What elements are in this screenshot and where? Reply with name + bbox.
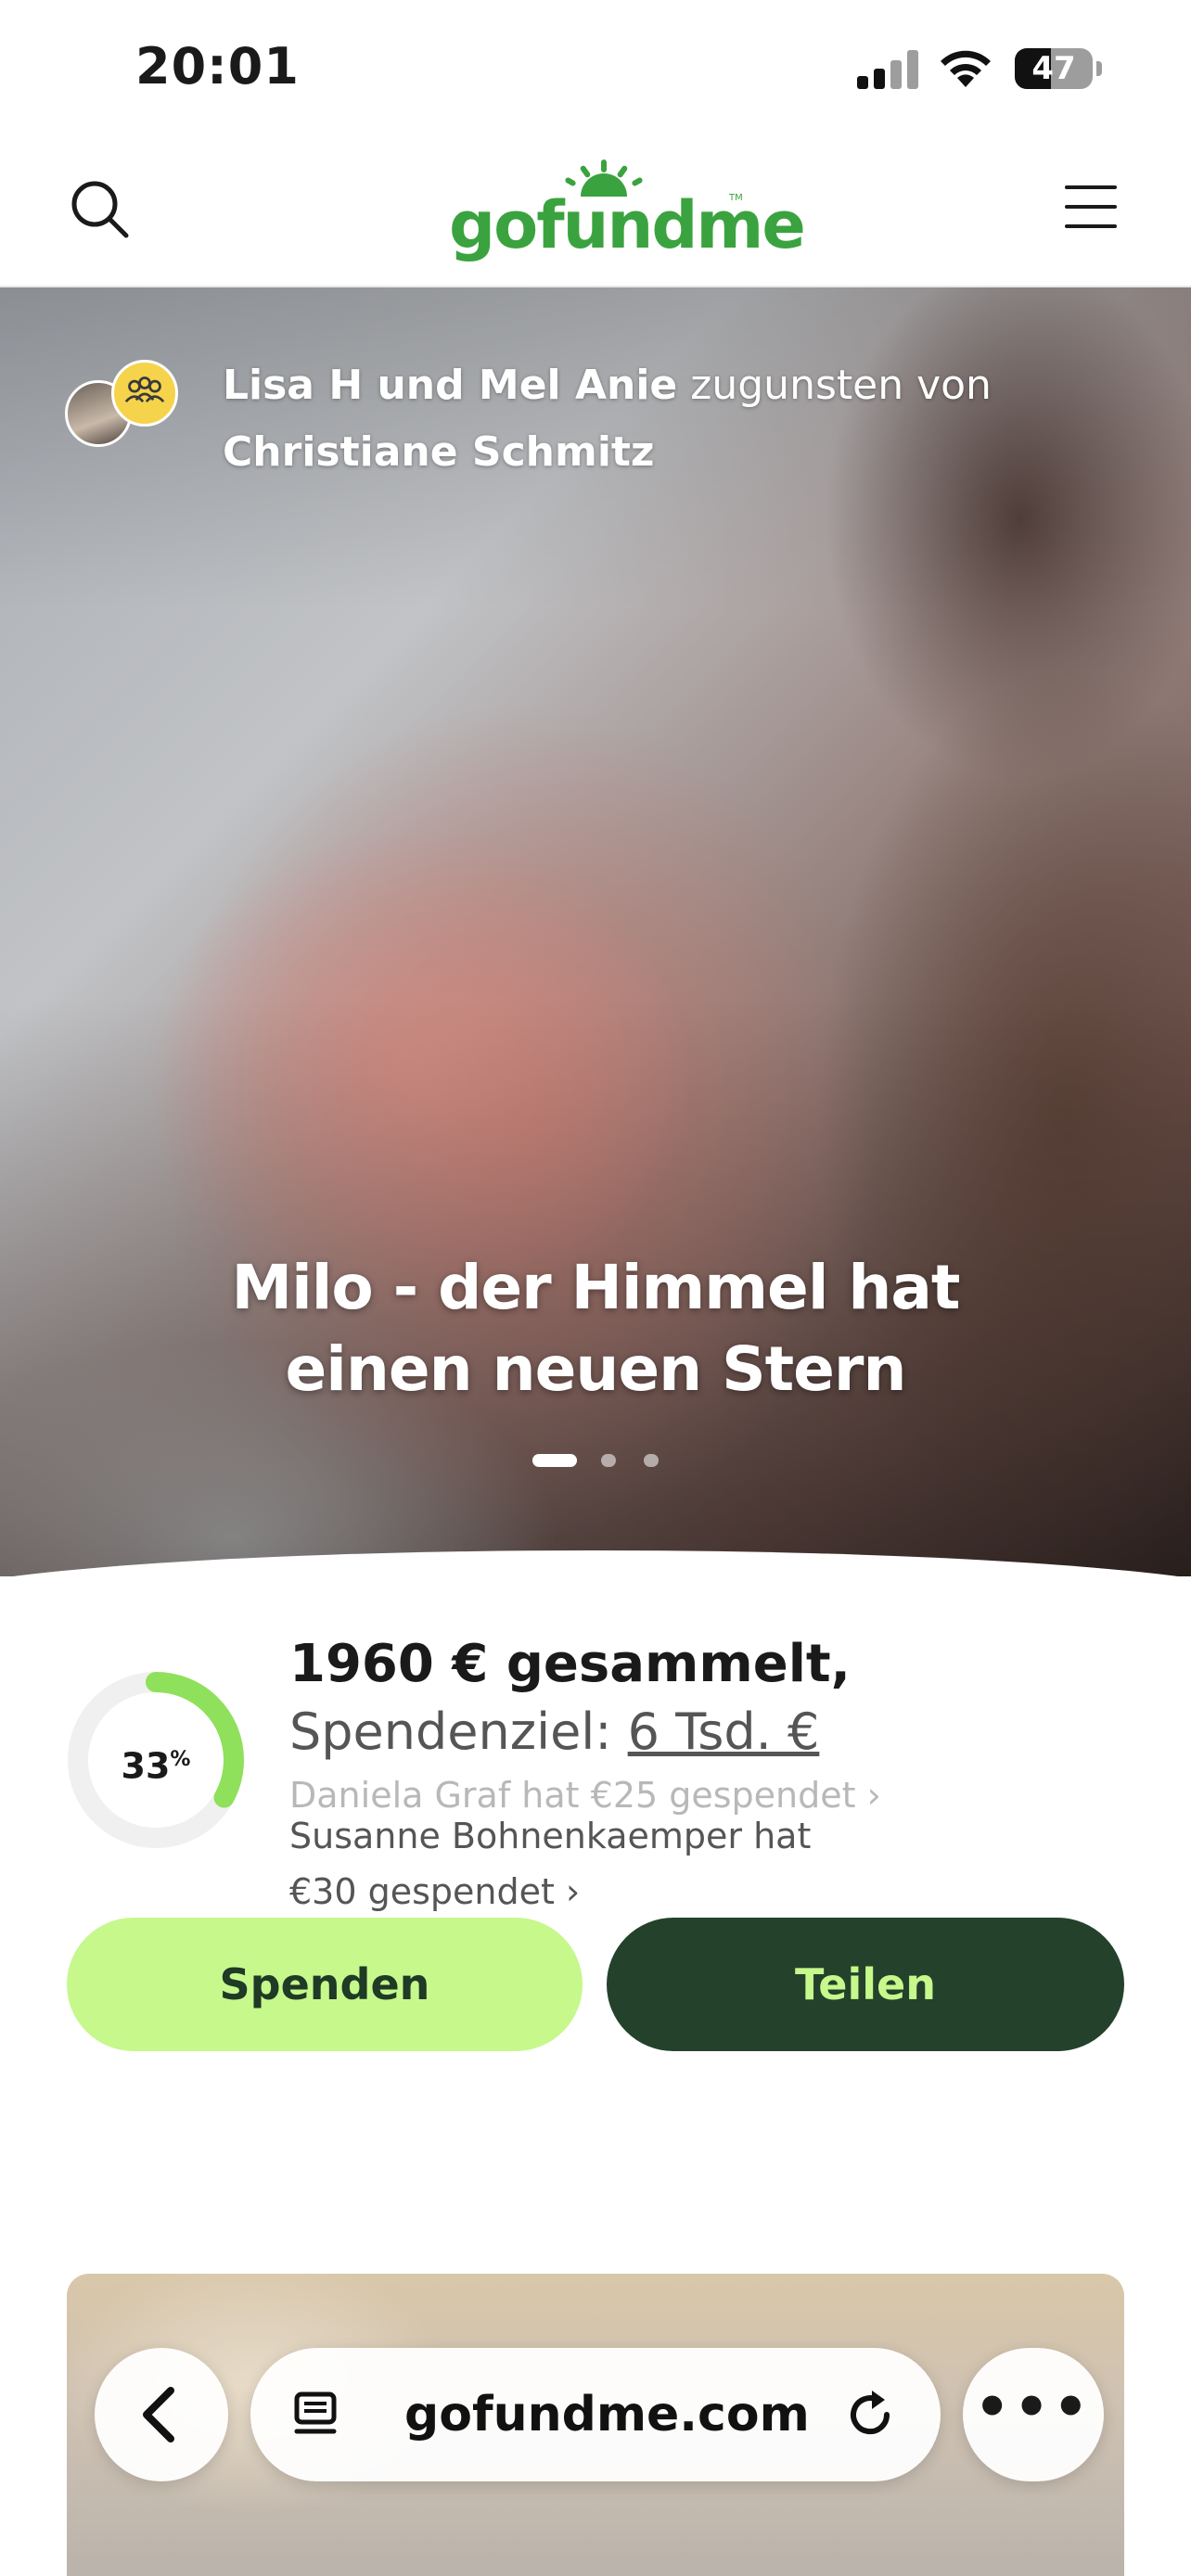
beneficiary-name: Christiane Schmitz — [223, 428, 655, 476]
site-header: gofundme TM — [0, 139, 1191, 287]
amount-raised: 1960 € gesammelt, — [289, 1634, 851, 1694]
logo-wordmark: gofundme — [449, 187, 806, 263]
gofundme-logo[interactable]: gofundme TM — [449, 159, 806, 263]
trademark: TM — [729, 193, 743, 203]
chevron-right-icon: › — [565, 1871, 581, 1912]
status-time: 20:01 — [135, 37, 300, 96]
carousel-dots[interactable] — [532, 1452, 662, 1471]
status-bar: 20:01 47 — [0, 0, 1191, 139]
donate-button[interactable]: Spenden — [67, 1918, 583, 2051]
progress-percent: 33% — [121, 1745, 191, 1787]
organizer-text: Lisa H und Mel Anie zugunsten von Christ… — [223, 352, 1057, 486]
recent-donation[interactable]: Susanne Bohnenkaemper hat €30 gespendet … — [289, 1808, 939, 1919]
page-menu-icon[interactable] — [291, 2391, 343, 2442]
browser-toolbar: gofundme.com ••• — [0, 2337, 1191, 2485]
address-bar[interactable]: gofundme.com — [250, 2348, 941, 2481]
search-icon[interactable] — [67, 176, 132, 241]
team-icon — [111, 360, 178, 427]
goal-line: Spendenziel: 6 Tsd. € — [289, 1702, 819, 1761]
on-behalf-of-label: zugunsten von — [690, 362, 992, 409]
goal-value-link[interactable]: 6 Tsd. € — [628, 1702, 820, 1761]
organizer-info[interactable]: Lisa H und Mel Anie zugunsten von Christ… — [65, 352, 1159, 491]
fundraiser-title: Milo - der Himmel hat einen neuen Stern — [231, 1252, 961, 1405]
carousel-dot[interactable] — [601, 1454, 616, 1467]
reload-icon[interactable] — [844, 2387, 900, 2442]
carousel-dot[interactable] — [532, 1454, 577, 1467]
carousel-dot[interactable] — [644, 1454, 659, 1467]
back-button[interactable] — [95, 2348, 228, 2481]
goal-label: Spendenziel: — [289, 1702, 612, 1761]
battery-percent: 47 — [1031, 50, 1076, 87]
organizer-names: Lisa H und Mel Anie — [223, 362, 678, 409]
hero-image[interactable]: Lisa H und Mel Anie zugunsten von Christ… — [0, 287, 1191, 1576]
cellular-signal-icon — [857, 50, 918, 89]
hamburger-menu-icon[interactable] — [1065, 185, 1117, 232]
wifi-icon — [941, 50, 991, 87]
share-button[interactable]: Teilen — [607, 1918, 1124, 2051]
chevron-left-icon — [143, 2387, 174, 2442]
battery-icon: 47 — [1015, 48, 1102, 91]
more-options-button[interactable]: ••• — [963, 2348, 1104, 2481]
url-text: gofundme.com — [404, 2387, 810, 2442]
